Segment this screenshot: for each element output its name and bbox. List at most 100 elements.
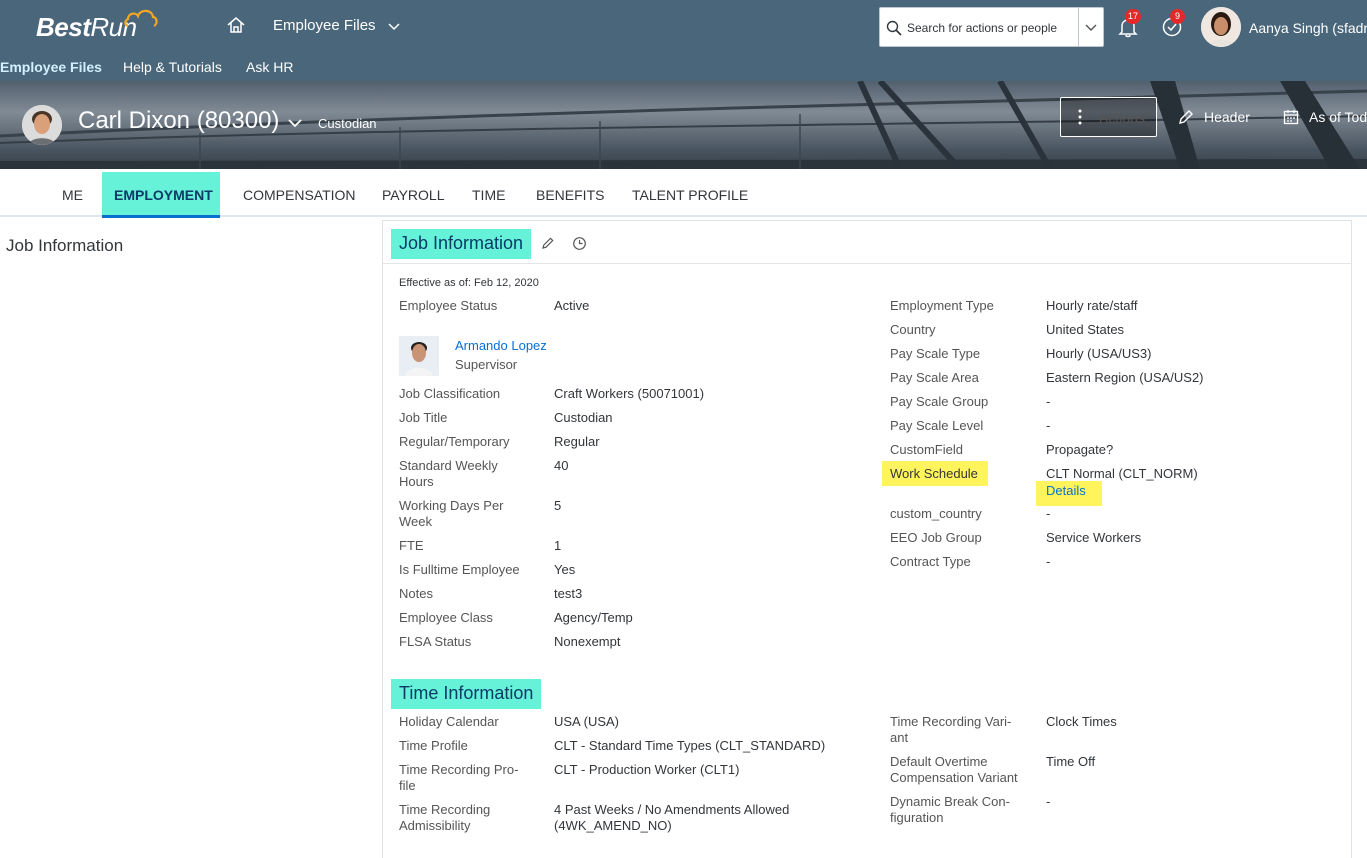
tab-bar: ME EMPLOYMENT COMPENSATION PAYROLL TIME … xyxy=(0,169,1367,218)
field-value: 4 Past Weeks / No Amendments Allowed (4W… xyxy=(554,802,790,833)
search-placeholder: Search for actions or people xyxy=(907,21,1058,35)
field-label: FLSA Status xyxy=(399,634,472,649)
shell-bar: BestRun Employee Files Search for action… xyxy=(0,0,1367,52)
chevron-down-icon[interactable] xyxy=(287,117,303,129)
field-label: Pay Scale Group xyxy=(890,394,989,409)
field-label: Regular/Temporary xyxy=(399,434,510,449)
work-schedule-details-link[interactable]: Details xyxy=(1036,481,1102,506)
employee-avatar[interactable] xyxy=(22,105,62,145)
left-nav-job-information[interactable]: Job Information xyxy=(6,236,123,256)
company-logo[interactable]: BestRun xyxy=(36,9,158,43)
field-value: Regular xyxy=(554,434,600,449)
card-divider xyxy=(383,263,1351,264)
history-clock-icon[interactable] xyxy=(572,236,587,251)
field-label: custom_country xyxy=(890,506,982,521)
work-schedule-label: Work Schedule xyxy=(882,461,988,486)
field-label: Country xyxy=(890,322,936,337)
secondary-nav: Employee Files Help & Tutorials Ask HR xyxy=(0,52,1367,81)
field-label: Holiday Calendar xyxy=(399,714,499,729)
field-label: Dynamic Break Con-figuration xyxy=(890,794,1010,825)
field-label: Pay Scale Level xyxy=(890,418,984,433)
effective-date: Effective as of: Feb 12, 2020 xyxy=(399,277,539,289)
nav-employee-files[interactable]: Employee Files xyxy=(0,59,102,75)
field-value: Propagate? xyxy=(1046,442,1114,457)
nav-help-tutorials[interactable]: Help & Tutorials xyxy=(123,59,222,75)
field-value: Time Off xyxy=(1046,754,1096,769)
field-value: Craft Workers (50071001) xyxy=(554,386,705,401)
search-icon xyxy=(886,20,902,36)
nav-ask-hr[interactable]: Ask HR xyxy=(246,59,293,75)
employee-job-title: Custodian xyxy=(318,116,377,131)
field-value: 1 xyxy=(554,538,562,553)
field-label: FTE xyxy=(399,538,424,553)
work-schedule-value: CLT Normal (CLT_NORM) xyxy=(1046,466,1198,481)
chevron-down-icon[interactable] xyxy=(387,19,401,33)
field-label: Time Recording Admissibility xyxy=(399,802,491,833)
tab-time[interactable]: TIME xyxy=(472,187,505,203)
search-field[interactable]: Search for actions or people xyxy=(879,7,1104,47)
field-value: test3 xyxy=(554,586,583,601)
field-value: - xyxy=(1046,554,1051,569)
field-value: Yes xyxy=(554,562,576,577)
field-label: Job Classification xyxy=(399,386,501,401)
field-label: Employee Status xyxy=(399,298,498,313)
tab-benefits[interactable]: BENEFITS xyxy=(536,187,604,203)
field-label: Is Fulltime Employee xyxy=(399,562,520,577)
field-value: Clock Times xyxy=(1046,714,1117,729)
user-avatar[interactable] xyxy=(1201,7,1241,47)
field-value: 40 xyxy=(554,458,569,473)
field-label: Working Days Per Week xyxy=(399,498,504,529)
field-label: Pay Scale Area xyxy=(890,370,979,385)
field-value: CLT - Standard Time Types (CLT_STANDARD) xyxy=(554,738,826,753)
time-information-heading: Time Information xyxy=(391,679,542,709)
field-label: Contract Type xyxy=(890,554,971,569)
employee-header-banner: Carl Dixon (80300) Custodian Actions Hea… xyxy=(0,81,1367,169)
home-icon[interactable] xyxy=(226,15,246,35)
actions-button[interactable]: Actions xyxy=(1060,97,1157,137)
edit-pencil-icon[interactable] xyxy=(541,236,555,250)
field-value: Hourly rate/staff xyxy=(1046,298,1138,313)
job-information-heading: Job Information xyxy=(391,229,532,259)
field-value: Hourly (USA/US3) xyxy=(1046,346,1152,361)
employee-name: Carl Dixon (80300) xyxy=(78,107,280,134)
field-label: CustomField xyxy=(890,442,963,457)
notification-badge: 17 xyxy=(1125,9,1142,24)
search-scope-dropdown[interactable] xyxy=(1078,8,1103,46)
header-button-label: Header xyxy=(1204,109,1250,125)
tasks-badge: 9 xyxy=(1170,9,1185,24)
field-value: 5 xyxy=(554,498,562,513)
user-name[interactable]: Aanya Singh (sfadm xyxy=(1249,20,1367,36)
field-label: Time Profile xyxy=(399,738,468,753)
field-value: Agency/Temp xyxy=(554,610,633,625)
field-value: Nonexempt xyxy=(554,634,621,649)
field-value: - xyxy=(1046,794,1051,809)
supervisor-role: Supervisor xyxy=(455,357,518,372)
supervisor-name-link[interactable]: Armando Lopez xyxy=(455,338,547,353)
field-value: CLT - Production Worker (CLT1) xyxy=(554,762,740,777)
field-label: Time Recording Pro-file xyxy=(399,762,519,793)
field-label: EEO Job Group xyxy=(890,530,982,545)
field-label: Job Title xyxy=(399,410,448,425)
field-label: Time Recording Vari-ant xyxy=(890,714,1012,745)
chevron-down-icon xyxy=(1085,24,1097,31)
field-label: Standard Weekly Hours xyxy=(399,458,498,489)
supervisor-photo[interactable] xyxy=(399,336,439,376)
field-value: - xyxy=(1046,418,1051,433)
tab-talent-profile[interactable]: TALENT PROFILE xyxy=(632,187,748,203)
field-value: USA (USA) xyxy=(554,714,620,729)
tab-payroll[interactable]: PAYROLL xyxy=(382,187,445,203)
calendar-icon xyxy=(1283,110,1299,125)
field-value: United States xyxy=(1046,322,1125,337)
tab-me[interactable]: ME xyxy=(62,187,83,203)
field-label: Employee Class xyxy=(399,610,493,625)
tab-compensation[interactable]: COMPENSATION xyxy=(243,187,356,203)
tab-employment[interactable]: EMPLOYMENT xyxy=(102,172,220,218)
field-value: Eastern Region (USA/US2) xyxy=(1046,370,1204,385)
field-label: Default Overtime Compensation Variant xyxy=(890,754,1018,785)
field-value: - xyxy=(1046,394,1051,409)
shell-title[interactable]: Employee Files xyxy=(273,17,376,34)
field-value: Active xyxy=(554,298,590,313)
cloud-icon xyxy=(124,9,158,28)
field-value: Service Workers xyxy=(1046,530,1142,545)
field-value: - xyxy=(1046,506,1051,521)
